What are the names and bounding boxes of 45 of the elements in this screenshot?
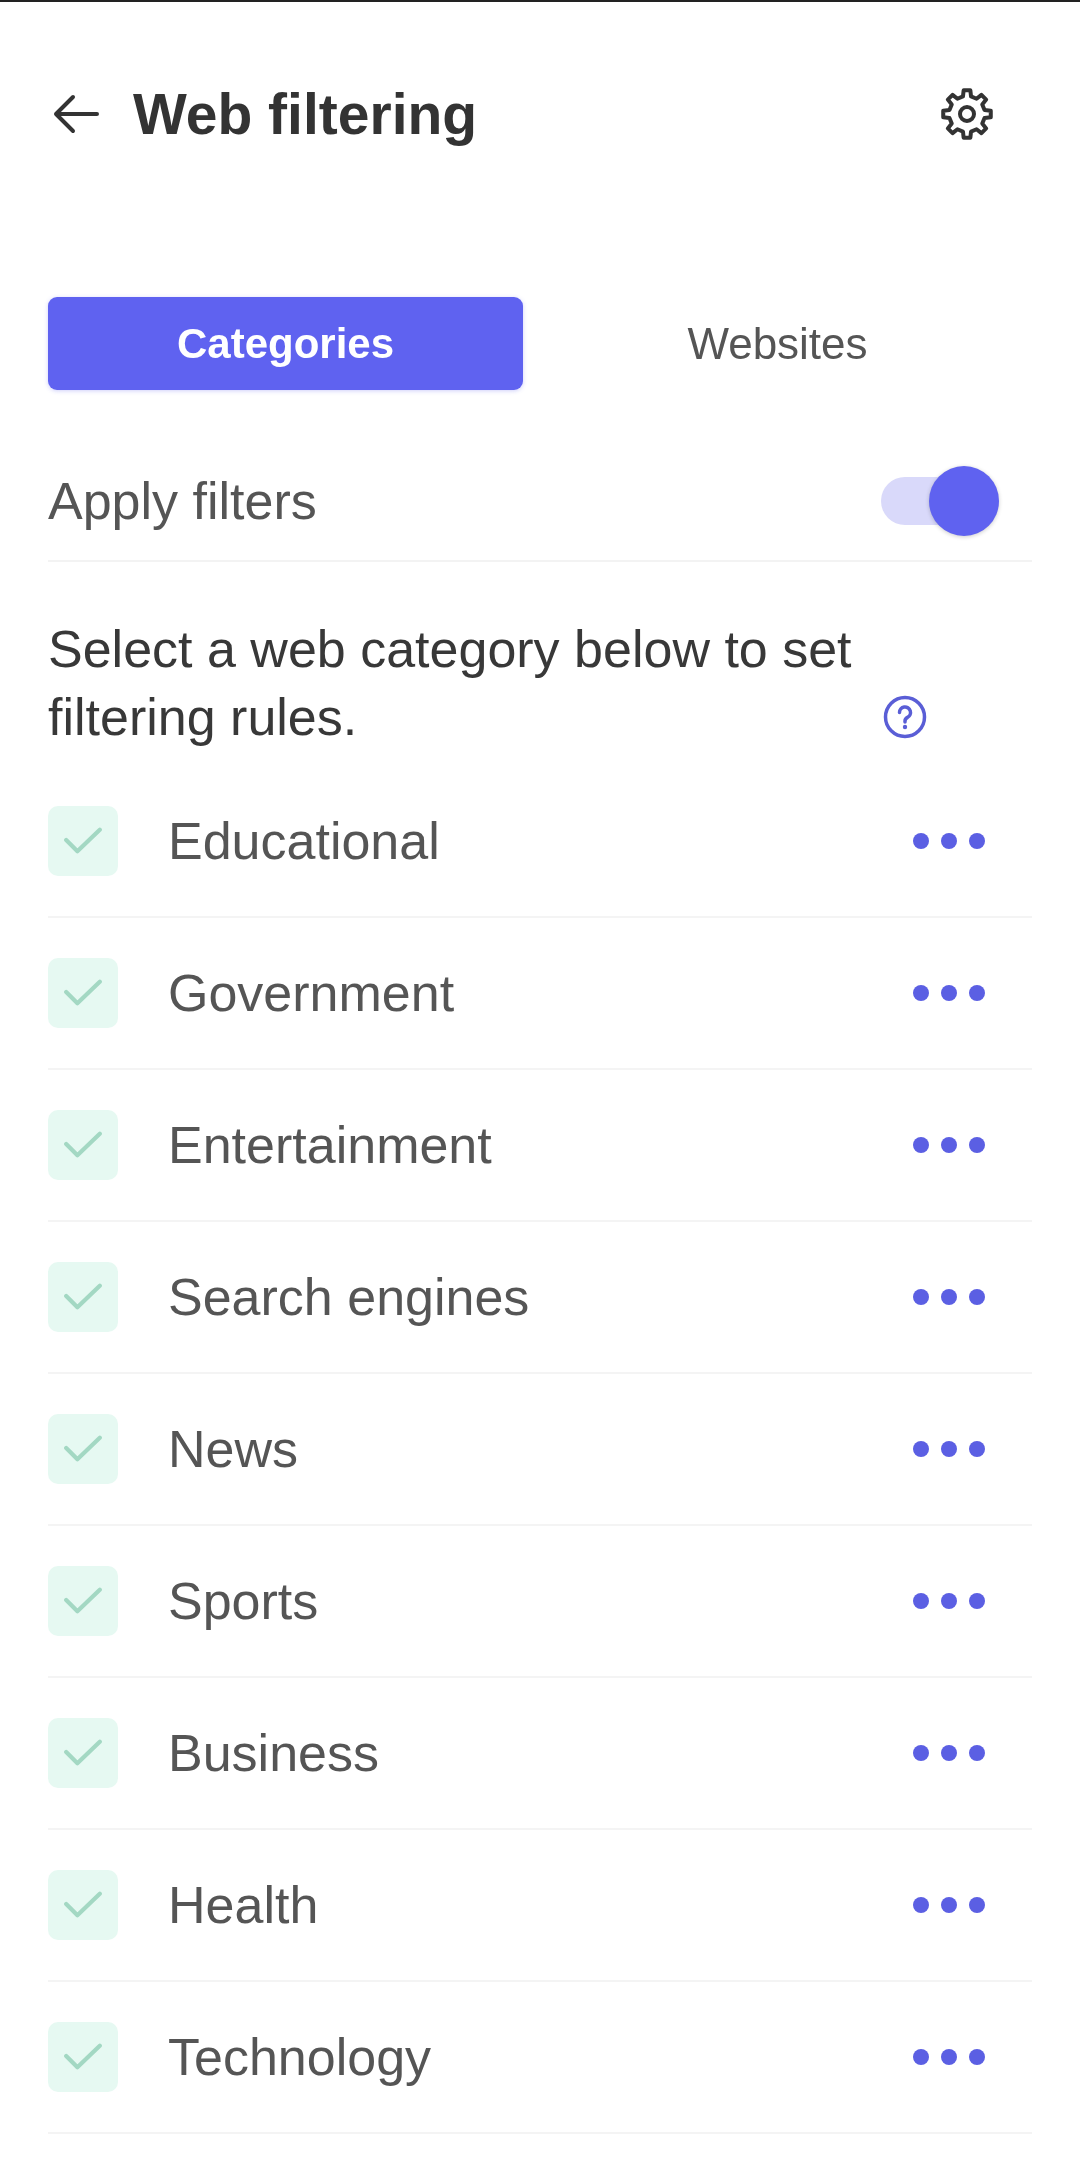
tab[interactable]: Websites bbox=[523, 297, 1032, 390]
more-options-icon[interactable] bbox=[913, 1441, 985, 1457]
category-label: Entertainment bbox=[168, 1115, 492, 1175]
checkbox[interactable] bbox=[48, 1718, 118, 1788]
more-options-icon[interactable] bbox=[913, 1593, 985, 1609]
apply-filters-label: Apply filters bbox=[48, 471, 317, 531]
check-icon bbox=[63, 979, 103, 1007]
checkbox[interactable] bbox=[48, 1110, 118, 1180]
settings-icon[interactable] bbox=[940, 87, 994, 141]
checkbox[interactable] bbox=[48, 1870, 118, 1940]
page-title: Web filtering bbox=[133, 80, 478, 148]
check-icon bbox=[63, 1435, 103, 1463]
check-icon bbox=[63, 1739, 103, 1767]
checkbox[interactable] bbox=[48, 958, 118, 1028]
more-options-icon[interactable] bbox=[913, 833, 985, 849]
checkbox[interactable] bbox=[48, 1414, 118, 1484]
checkbox[interactable] bbox=[48, 806, 118, 876]
category-label: News bbox=[168, 1419, 299, 1479]
more-options-icon[interactable] bbox=[913, 985, 985, 1001]
instruction-text: Select a web category below to set filtering rules. bbox=[48, 619, 853, 748]
check-icon bbox=[63, 2043, 103, 2071]
back-arrow-icon[interactable] bbox=[52, 93, 100, 135]
help-icon[interactable] bbox=[883, 695, 927, 739]
more-options-icon[interactable] bbox=[913, 1745, 985, 1761]
more-options-icon[interactable] bbox=[913, 2049, 985, 2065]
category-label: Government bbox=[168, 963, 455, 1023]
more-options-icon[interactable] bbox=[913, 1137, 985, 1153]
category-label: Technology bbox=[168, 2027, 432, 2087]
category-label: Sports bbox=[168, 1571, 319, 1631]
toggle-switch[interactable] bbox=[881, 466, 999, 536]
check-icon bbox=[63, 1131, 103, 1159]
checkbox[interactable] bbox=[48, 2022, 118, 2092]
tab[interactable]: Categories bbox=[48, 297, 523, 390]
checkbox[interactable] bbox=[48, 1262, 118, 1332]
checkbox[interactable] bbox=[48, 1566, 118, 1636]
category-label: Search engines bbox=[168, 1267, 530, 1327]
category-label: Health bbox=[168, 1875, 319, 1935]
more-options-icon[interactable] bbox=[913, 1897, 985, 1913]
more-options-icon[interactable] bbox=[913, 1289, 985, 1305]
category-label: Business bbox=[168, 1723, 379, 1783]
check-icon bbox=[63, 1587, 103, 1615]
check-icon bbox=[63, 1283, 103, 1311]
category-label: Educational bbox=[168, 811, 440, 871]
check-icon bbox=[63, 1891, 103, 1919]
check-icon bbox=[63, 827, 103, 855]
